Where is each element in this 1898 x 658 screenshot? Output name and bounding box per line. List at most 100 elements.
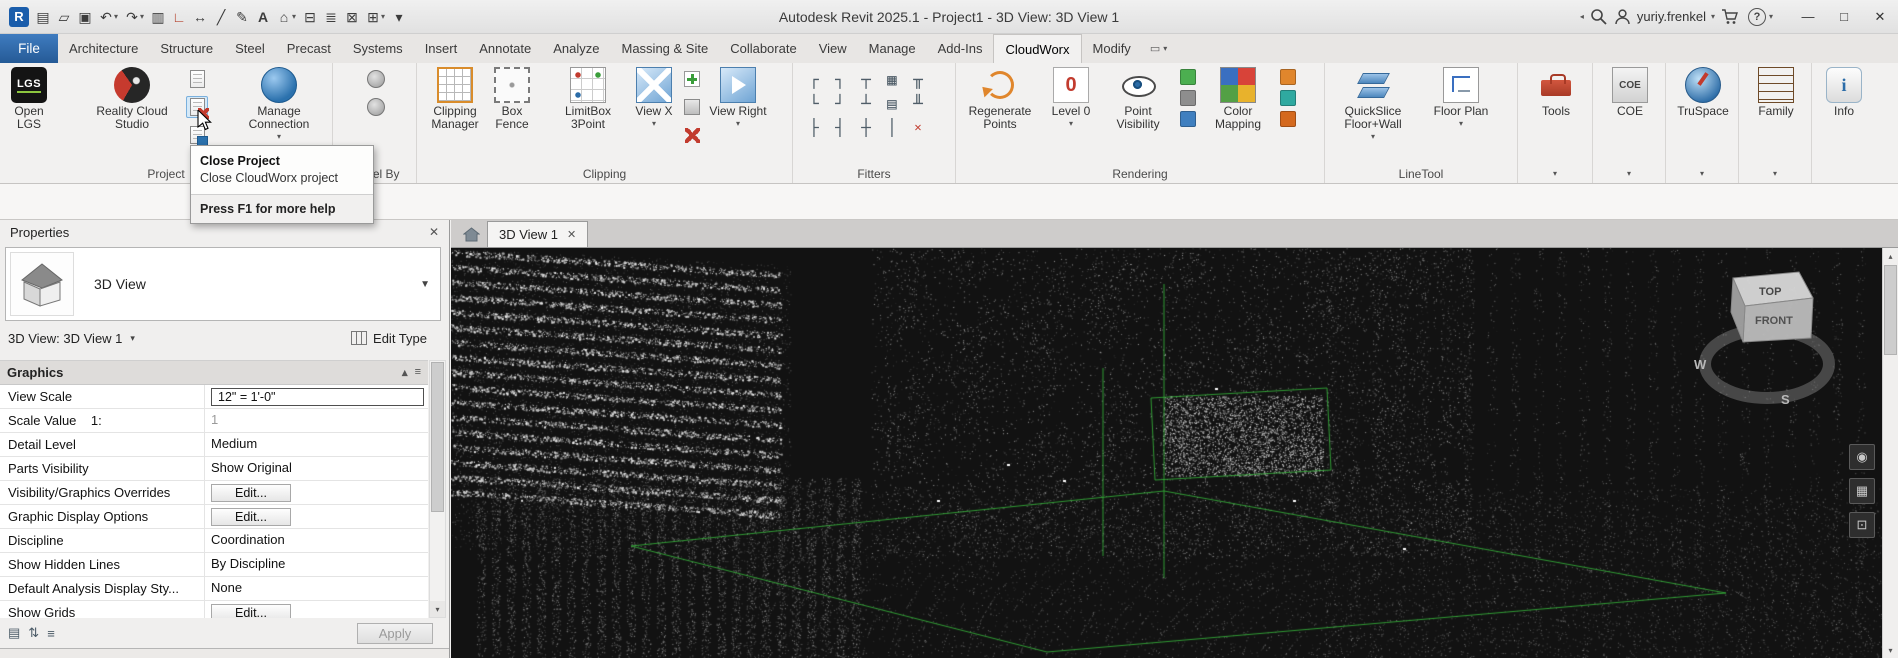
quickslice-button[interactable]: QuickSlice Floor+Wall ▾ <box>1331 65 1415 141</box>
coe-button[interactable]: COE COE <box>1601 65 1659 118</box>
add-limitbox-icon[interactable] <box>681 68 703 90</box>
property-value[interactable]: Edit... <box>205 481 428 504</box>
section-clip-icon[interactable] <box>681 96 703 118</box>
tab-annotate[interactable]: Annotate <box>468 34 542 63</box>
property-value[interactable]: Medium <box>205 433 428 456</box>
manage-connection-button[interactable]: Manage Connection ▾ <box>240 65 318 141</box>
fitter-icon-14[interactable]: │ <box>879 115 905 139</box>
user-menu-chevron-icon[interactable]: ▾ <box>1708 12 1718 21</box>
steering-wheel-icon[interactable]: ◉ <box>1849 444 1875 470</box>
clipping-manager-button[interactable]: Clipping Manager <box>423 65 487 131</box>
panel-label-clipping[interactable]: Clipping <box>417 164 792 183</box>
fitter-delete-icon[interactable]: ✕ <box>905 115 931 139</box>
fitter-icon-13[interactable]: ┼ <box>853 115 879 139</box>
tab-structure[interactable]: Structure <box>149 34 224 63</box>
pan-icon[interactable]: ▦ <box>1849 478 1875 504</box>
fitter-icon-1[interactable]: ┌ <box>801 67 827 91</box>
tab-massing-site[interactable]: Massing & Site <box>611 34 720 63</box>
fitter-icon-10[interactable]: ╨ <box>905 91 931 115</box>
collapse-section-icon[interactable]: ▴ <box>402 366 408 379</box>
measure-icon[interactable]: ∟ <box>169 7 189 27</box>
level-0-button[interactable]: 0 Level 0 ▾ <box>1044 65 1098 128</box>
remove-clip-icon[interactable] <box>681 124 703 146</box>
scrollbar-thumb[interactable] <box>431 362 444 512</box>
default-3d-view-icon[interactable]: ⌂▾ <box>274 7 299 27</box>
property-value[interactable]: Edit... <box>205 601 428 618</box>
model-line-icon[interactable]: ╱ <box>211 7 231 27</box>
section-menu-icon[interactable]: ≡ <box>415 366 421 379</box>
info-button[interactable]: i Info <box>1819 65 1869 118</box>
fitter-icon-6[interactable]: └ <box>801 91 827 115</box>
viewcube-west-label[interactable]: W <box>1694 357 1707 372</box>
maximize-button[interactable]: □ <box>1826 0 1862 34</box>
edit-button[interactable]: Edit... <box>211 508 291 526</box>
view-selector-chevron-icon[interactable]: ▾ <box>130 333 135 344</box>
panel-expand-chevron-icon[interactable]: ▾ <box>1773 169 1777 178</box>
tab-add-ins[interactable]: Add-Ins <box>927 34 994 63</box>
view-tab-3d-view-1[interactable]: 3D View 1 ✕ <box>487 221 588 247</box>
cart-icon[interactable] <box>1718 5 1742 29</box>
edit-type-button[interactable]: Edit Type <box>351 331 427 346</box>
property-value[interactable]: Coordination <box>205 529 428 552</box>
panel-expand-chevron-icon[interactable]: ▾ <box>1700 169 1704 178</box>
tab-modify[interactable]: Modify <box>1082 34 1142 63</box>
view-selector-label[interactable]: 3D View: 3D View 1 <box>8 331 122 346</box>
viewcube-front-label[interactable]: FRONT <box>1755 315 1793 327</box>
tab-precast[interactable]: Precast <box>276 34 342 63</box>
value-input[interactable]: 12" = 1'-0" <box>211 388 424 406</box>
panel-label-fitters[interactable]: Fitters <box>793 164 955 183</box>
section-icon[interactable]: ⊟ <box>300 7 320 27</box>
color-mapping-button[interactable]: Color Mapping <box>1206 65 1270 131</box>
tab-view[interactable]: View <box>808 34 858 63</box>
property-value[interactable]: Show Original <box>205 457 428 480</box>
scroll-up-icon[interactable]: ▴ <box>1883 248 1898 264</box>
property-value[interactable]: By Discipline <box>205 553 428 576</box>
help-icon[interactable]: ? <box>1748 8 1766 26</box>
views-home-icon[interactable] <box>459 223 483 245</box>
graphics-section-header[interactable]: Graphics ▴ ≡ <box>0 361 428 385</box>
ribbon-display-toggle[interactable]: ▭ ▾ <box>1150 34 1167 63</box>
rendering-option-icon-2[interactable] <box>1180 90 1196 106</box>
tab-cloudworx[interactable]: CloudWorx <box>993 34 1081 63</box>
close-window-button[interactable]: ✕ <box>1862 0 1898 34</box>
color-option-icon-3[interactable] <box>1280 111 1296 127</box>
truspace-button[interactable]: TruSpace <box>1671 65 1735 118</box>
sort-menu-icon[interactable]: ≡ <box>47 626 55 641</box>
user-avatar-icon[interactable] <box>1611 5 1635 29</box>
model-by-fence-icon[interactable] <box>365 96 387 118</box>
close-hidden-windows-icon[interactable]: ⊠ <box>342 7 362 27</box>
tab-analyze[interactable]: Analyze <box>542 34 610 63</box>
limitbox-3point-button[interactable]: LimitBox 3Point <box>551 65 625 131</box>
open-project-icon[interactable] <box>186 68 208 90</box>
tab-insert[interactable]: Insert <box>414 34 469 63</box>
save-icon[interactable]: ▣ <box>75 7 95 27</box>
fitter-icon-11[interactable]: ├ <box>801 115 827 139</box>
view-right-button[interactable]: View Right ▾ <box>709 65 767 128</box>
tab-architecture[interactable]: Architecture <box>58 34 149 63</box>
model-by-section-icon[interactable] <box>365 68 387 90</box>
color-option-icon-2[interactable] <box>1280 90 1296 106</box>
aligned-dimension-icon[interactable]: ↔ <box>190 7 210 27</box>
rendering-option-icon-1[interactable] <box>1180 69 1196 85</box>
fitter-icon-12[interactable]: ┤ <box>827 115 853 139</box>
text-icon[interactable]: A <box>253 7 273 27</box>
family-button[interactable]: Family <box>1747 65 1805 118</box>
panel-label-linetool[interactable]: LineTool <box>1325 164 1517 183</box>
property-value[interactable]: None <box>205 577 428 600</box>
property-value[interactable]: 12" = 1'-0" <box>205 385 428 408</box>
zoom-icon[interactable]: ⊡ <box>1849 512 1875 538</box>
search-icon[interactable] <box>1587 5 1611 29</box>
tab-manage[interactable]: Manage <box>858 34 927 63</box>
point-visibility-button[interactable]: Point Visibility <box>1106 65 1170 131</box>
edit-button[interactable]: Edit... <box>211 604 291 618</box>
scroll-down-icon[interactable]: ▾ <box>1883 642 1898 658</box>
help-menu-chevron-icon[interactable]: ▾ <box>1766 12 1776 21</box>
fitter-icon-3[interactable]: ┬ <box>853 67 879 91</box>
panel-label-rendering[interactable]: Rendering <box>956 164 1324 183</box>
view-scrollbar[interactable]: ▴ ▾ <box>1882 248 1898 658</box>
tools-button[interactable]: Tools <box>1526 65 1586 118</box>
fitter-icon-5[interactable]: ╥ <box>905 67 931 91</box>
point-cloud-canvas[interactable] <box>451 248 1882 658</box>
fitter-icon-4[interactable]: ▦ <box>879 67 905 91</box>
fitter-icon-2[interactable]: ┐ <box>827 67 853 91</box>
